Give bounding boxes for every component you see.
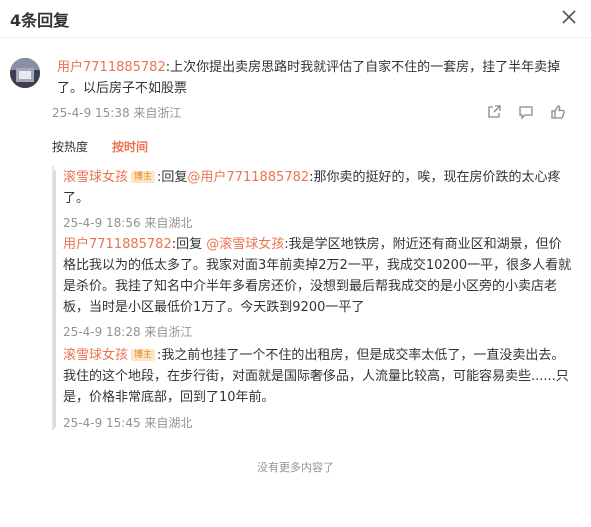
comment-author-link[interactable]: 用户7711885782 [57,60,166,75]
reply-author-link[interactable]: 滚雪球女孩 [63,170,128,185]
reply-item: 滚雪球女孩 博主:我之前也挂了一个不住的出租房，但是成交率太低了，一直没卖出去。我… [63,345,573,408]
reply-prefix: :回复 [157,170,188,185]
reply-meta: 25-4-9 18:28 来自浙江 [63,325,193,339]
avatar[interactable] [10,58,40,88]
share-icon[interactable] [486,104,502,120]
reply-prefix: :回复 [171,237,207,252]
scrollbar[interactable] [53,170,56,428]
main-comment: 用户7711885782:上次你提出卖房思路时我就评估了自家不住的一套房，挂了半… [57,57,579,99]
comment-meta: 25-4-9 15:38 来自浙江 [52,106,182,120]
sort-tabs: 按热度 按时间 [52,138,148,155]
replies-panel: 4条回复 用户7711885782:上次你提出卖房思路时我就评估了自家不住的一套… [0,0,591,527]
reply-item: 滚雪球女孩 博主:回复@用户7711885782:那你卖的挺好的，唉，现在房价跌的… [63,167,573,209]
reply-author-link[interactable]: 用户7711885782 [63,237,172,252]
sort-by-hot-tab[interactable]: 按热度 [52,138,88,155]
reply-meta: 25-4-9 18:56 来自湖北 [63,216,193,230]
no-more-content: 没有更多内容了 [257,461,334,474]
sort-by-time-tab[interactable]: 按时间 [112,138,148,155]
reply-author-link[interactable]: 滚雪球女孩 [63,348,128,363]
reply-mention-link[interactable]: @滚雪球女孩 [206,237,284,252]
panel-title: 4条回复 [10,11,70,30]
reply-item: 用户7711885782:回复 @滚雪球女孩:我是学区地铁房，附近还有商业区和湖… [63,234,573,318]
author-badge: 博主 [131,171,156,183]
reply-mention-link[interactable]: @用户7711885782 [187,170,309,185]
header-divider [0,37,591,38]
like-icon[interactable] [550,104,566,120]
comment-actions [486,104,566,120]
close-icon[interactable] [561,9,577,25]
author-badge: 博主 [131,349,156,361]
reply-meta: 25-4-9 15:45 来自湖北 [63,416,193,430]
comment-icon[interactable] [518,104,534,120]
